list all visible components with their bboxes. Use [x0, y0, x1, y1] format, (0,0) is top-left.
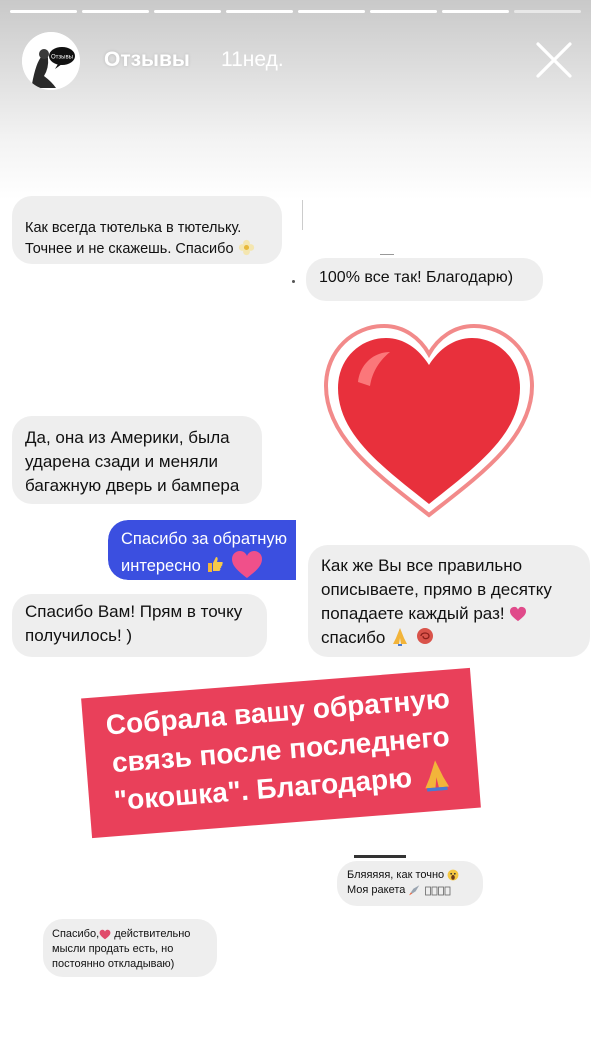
progress-segment: [442, 10, 509, 13]
thumbs-up-icon: [208, 557, 224, 572]
story-progress-bar: [10, 10, 581, 13]
message-line: Спасибо Вам! Прям в точку: [25, 602, 243, 621]
message-line: Точнее и не скажешь. Спасибо: [25, 239, 282, 260]
message-text: Бляяяяя, как точно: [347, 869, 445, 881]
message-text: действительно: [114, 928, 191, 940]
message-line: Бляяяяя, как точно: [347, 868, 483, 883]
username[interactable]: Отзывы: [104, 48, 190, 72]
progress-segment: [298, 10, 365, 13]
message-line: мысли продать есть, но: [52, 943, 174, 955]
pray-icon: [425, 760, 450, 792]
message-line: описываете, прямо в десятку: [321, 580, 552, 599]
message-line: Как же Вы все правильно: [321, 556, 523, 575]
message-line: постоянно откладываю): [52, 958, 175, 970]
story-view: Отзывы Отзывы 11нед. Как всегда тютелька…: [0, 0, 591, 1049]
avatar-image: Отзывы: [22, 32, 80, 90]
crop-mark: [354, 855, 406, 858]
unknown-glyph-icon: [424, 886, 450, 896]
rocket-icon: [409, 885, 420, 896]
message-bubble: 100% все так! Благодарю): [306, 258, 543, 301]
message-line: Да, она из Америки, была: [25, 428, 230, 447]
message-line: Моя ракета: [347, 883, 483, 898]
message-text: Моя ракета: [347, 884, 406, 896]
progress-segment: [10, 10, 77, 13]
heart-icon: [99, 929, 111, 940]
avatar-label: Отзывы: [51, 55, 73, 61]
caption-banner: Собрала вашу обратную связь после послед…: [81, 667, 481, 839]
message-text: 100% все так! Благодарю): [319, 269, 514, 286]
message-line: попадаете каждый раз!: [321, 602, 590, 626]
message-bubble: Бляяяяя, как точно Моя ракета: [337, 861, 483, 906]
message-bubble: Спасибо, действительно мысли продать ест…: [43, 919, 217, 977]
progress-segment: [370, 10, 437, 13]
message-bubble: Да, она из Америки, была ударена сзади и…: [12, 416, 262, 504]
progress-segment: [514, 10, 581, 13]
heart-sticker-icon: [323, 323, 535, 518]
progress-segment: [154, 10, 221, 13]
message-line: получилось! ): [25, 626, 133, 645]
crop-mark: [302, 200, 303, 230]
message-line: интересно: [121, 550, 296, 580]
message-line: Спасибо, действительно: [52, 927, 217, 942]
heart-icon: [231, 551, 262, 578]
message-bubble: Как всегда тютелька в тютельку. Точнее и…: [12, 196, 282, 264]
pray-icon: [393, 628, 408, 646]
post-time: 11нед.: [221, 48, 284, 71]
message-bubble: Спасибо Вам! Прям в точку получилось! ): [12, 594, 267, 657]
flower-icon: [238, 239, 254, 256]
message-line: багажную дверь и бампера: [25, 476, 240, 495]
crop-mark: [380, 254, 394, 255]
scream-icon: [447, 869, 459, 881]
message-line: Как всегда тютелька в тютельку.: [25, 220, 242, 236]
message-bubble-outgoing: Спасибо за обратную интересно: [108, 520, 296, 580]
message-line: Спасибо за обратную: [121, 530, 287, 548]
top-gradient: [0, 0, 591, 200]
avatar[interactable]: Отзывы: [22, 32, 80, 90]
message-text: попадаете каждый раз!: [321, 604, 505, 623]
progress-segment: [82, 10, 149, 13]
heart-icon: [510, 606, 527, 622]
message-line: ударена сзади и меняли: [25, 452, 219, 471]
close-icon[interactable]: [534, 40, 574, 80]
message-bubble: Как же Вы все правильно описываете, прям…: [308, 545, 590, 657]
message-line: спасибо: [321, 626, 590, 650]
message-text: интересно: [121, 557, 201, 575]
crop-mark: [292, 280, 295, 283]
rose-icon: [416, 628, 433, 644]
message-text: Точнее и не скажешь. Спасибо: [25, 241, 234, 257]
progress-segment: [226, 10, 293, 13]
message-text: спасибо: [321, 628, 386, 647]
message-text: Спасибо,: [52, 928, 100, 940]
